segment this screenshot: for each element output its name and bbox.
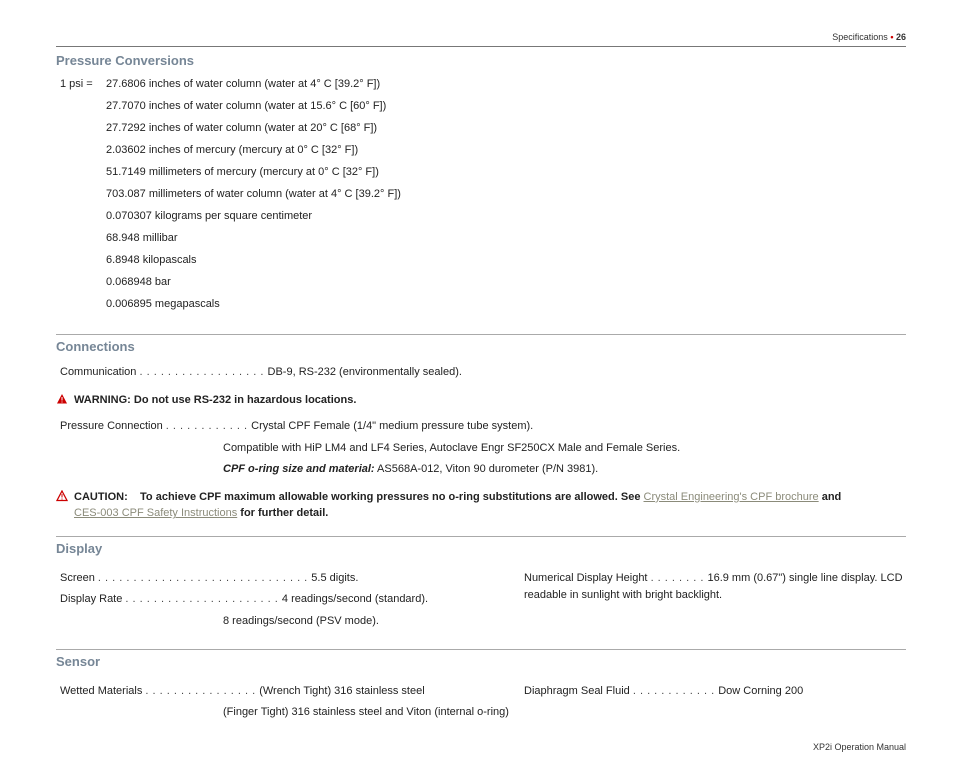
- warning-row: WARNING: Do not use RS-232 in hazardous …: [56, 392, 906, 409]
- wetted-line: Wetted Materials . . . . . . . . . . . .…: [60, 683, 516, 701]
- psi-equals-label: 1 psi =: [60, 78, 106, 320]
- seal-line: Diaphragm Seal Fluid . . . . . . . . . .…: [524, 683, 906, 701]
- ndh-line: Numerical Display Height . . . . . . . .…: [524, 570, 906, 605]
- caution-text-mid: and: [822, 491, 842, 503]
- wetted-value-2: (Finger Tight) 316 stainless steel and V…: [223, 704, 516, 722]
- conversion-item: 27.6806 inches of water column (water at…: [106, 78, 906, 90]
- conversion-item: 0.006895 megapascals: [106, 298, 906, 310]
- warning-text: Do not use RS-232 in hazardous locations…: [134, 394, 356, 406]
- conversion-item: 27.7070 inches of water column (water at…: [106, 100, 906, 112]
- page-header: Specifications • 26: [56, 32, 906, 42]
- wetted-value-1: (Wrench Tight) 316 stainless steel: [259, 685, 424, 697]
- seal-value: Dow Corning 200: [718, 685, 803, 697]
- conversion-item: 68.948 millibar: [106, 232, 906, 244]
- header-page-number: 26: [896, 32, 906, 42]
- conversion-item: 0.068948 bar: [106, 276, 906, 288]
- caution-text-before: To achieve CPF maximum allowable working…: [140, 491, 643, 503]
- screen-line: Screen . . . . . . . . . . . . . . . . .…: [60, 570, 516, 588]
- display-rate-value-1: 4 readings/second (standard).: [282, 593, 428, 605]
- sensor-columns: Wetted Materials . . . . . . . . . . . .…: [56, 679, 906, 726]
- page-container: Specifications • 26 Pressure Conversions…: [0, 0, 954, 762]
- oring-value: AS568A-012, Viton 90 durometer (P/N 3981…: [377, 463, 598, 475]
- wetted-label: Wetted Materials: [60, 685, 142, 697]
- caution-row: CAUTION: To achieve CPF maximum allowabl…: [56, 489, 906, 522]
- rule: [56, 334, 906, 335]
- screen-label: Screen: [60, 572, 95, 584]
- display-right-col: Numerical Display Height . . . . . . . .…: [516, 566, 906, 635]
- heading-pressure-conversions: Pressure Conversions: [56, 53, 906, 68]
- page-footer: XP2i Operation Manual: [56, 742, 906, 752]
- pressure-connection-value: Crystal CPF Female (1/4" medium pressure…: [251, 420, 533, 432]
- pressure-connection-label: Pressure Connection: [60, 420, 163, 432]
- pressure-conversions-block: 1 psi = 27.6806 inches of water column (…: [60, 78, 906, 320]
- ndh-label: Numerical Display Height: [524, 572, 648, 584]
- conversion-list: 27.6806 inches of water column (water at…: [106, 78, 906, 320]
- caution-label: CAUTION:: [74, 491, 128, 503]
- leader-dots: . . . . . . . . . . . . . . . .: [145, 685, 259, 697]
- leader-dots: . . . . . . . .: [651, 572, 708, 584]
- caution-text-block: CAUTION: To achieve CPF maximum allowabl…: [74, 489, 841, 522]
- oring-label: CPF o-ring size and material:: [223, 463, 375, 475]
- display-columns: Screen . . . . . . . . . . . . . . . . .…: [56, 566, 906, 635]
- pressure-connection-oring: CPF o-ring size and material: AS568A-012…: [223, 461, 906, 479]
- caution-link-safety[interactable]: CES-003 CPF Safety Instructions: [74, 507, 237, 519]
- conversion-item: 6.8948 kilopascals: [106, 254, 906, 266]
- top-rule: [56, 46, 906, 47]
- rule: [56, 649, 906, 650]
- sensor-left-col: Wetted Materials . . . . . . . . . . . .…: [56, 679, 516, 726]
- pressure-connection-line: Pressure Connection . . . . . . . . . . …: [60, 418, 906, 436]
- display-rate-line: Display Rate . . . . . . . . . . . . . .…: [60, 591, 516, 609]
- communication-line: Communication . . . . . . . . . . . . . …: [60, 364, 906, 382]
- leader-dots: . . . . . . . . . . . . . . . . . . . . …: [125, 593, 281, 605]
- caution-text-after: for further detail.: [240, 507, 328, 519]
- leader-dots: . . . . . . . . . . . . . . . . . . . . …: [98, 572, 311, 584]
- heading-sensor: Sensor: [56, 654, 906, 669]
- conversion-item: 703.087 millimeters of water column (wat…: [106, 188, 906, 200]
- warning-text-block: WARNING: Do not use RS-232 in hazardous …: [74, 392, 356, 409]
- leader-dots: . . . . . . . . . . . .: [166, 420, 251, 432]
- seal-label: Diaphragm Seal Fluid: [524, 685, 630, 697]
- pressure-connection-compat: Compatible with HiP LM4 and LF4 Series, …: [223, 440, 906, 458]
- conversion-item: 0.070307 kilograms per square centimeter: [106, 210, 906, 222]
- caution-link-brochure[interactable]: Crystal Engineering's CPF brochure: [644, 491, 819, 503]
- rule: [56, 536, 906, 537]
- warning-label: WARNING:: [74, 394, 131, 406]
- warning-icon: [56, 393, 68, 405]
- caution-space: [131, 491, 137, 503]
- heading-display: Display: [56, 541, 906, 556]
- display-rate-value-2: 8 readings/second (PSV mode).: [223, 613, 516, 631]
- conversion-item: 27.7292 inches of water column (water at…: [106, 122, 906, 134]
- header-section-label: Specifications: [832, 32, 888, 42]
- heading-connections: Connections: [56, 339, 906, 354]
- display-left-col: Screen . . . . . . . . . . . . . . . . .…: [56, 566, 516, 635]
- sensor-right-col: Diaphragm Seal Fluid . . . . . . . . . .…: [516, 679, 906, 726]
- leader-dots: . . . . . . . . . . . . . . . . . .: [139, 366, 267, 378]
- conversion-item: 51.7149 millimeters of mercury (mercury …: [106, 166, 906, 178]
- communication-value: DB-9, RS-232 (environmentally sealed).: [268, 366, 462, 378]
- screen-value: 5.5 digits.: [311, 572, 358, 584]
- communication-label: Communication: [60, 366, 136, 378]
- leader-dots: . . . . . . . . . . . .: [633, 685, 718, 697]
- display-rate-label: Display Rate: [60, 593, 122, 605]
- conversion-item: 2.03602 inches of mercury (mercury at 0°…: [106, 144, 906, 156]
- caution-icon: [56, 490, 68, 502]
